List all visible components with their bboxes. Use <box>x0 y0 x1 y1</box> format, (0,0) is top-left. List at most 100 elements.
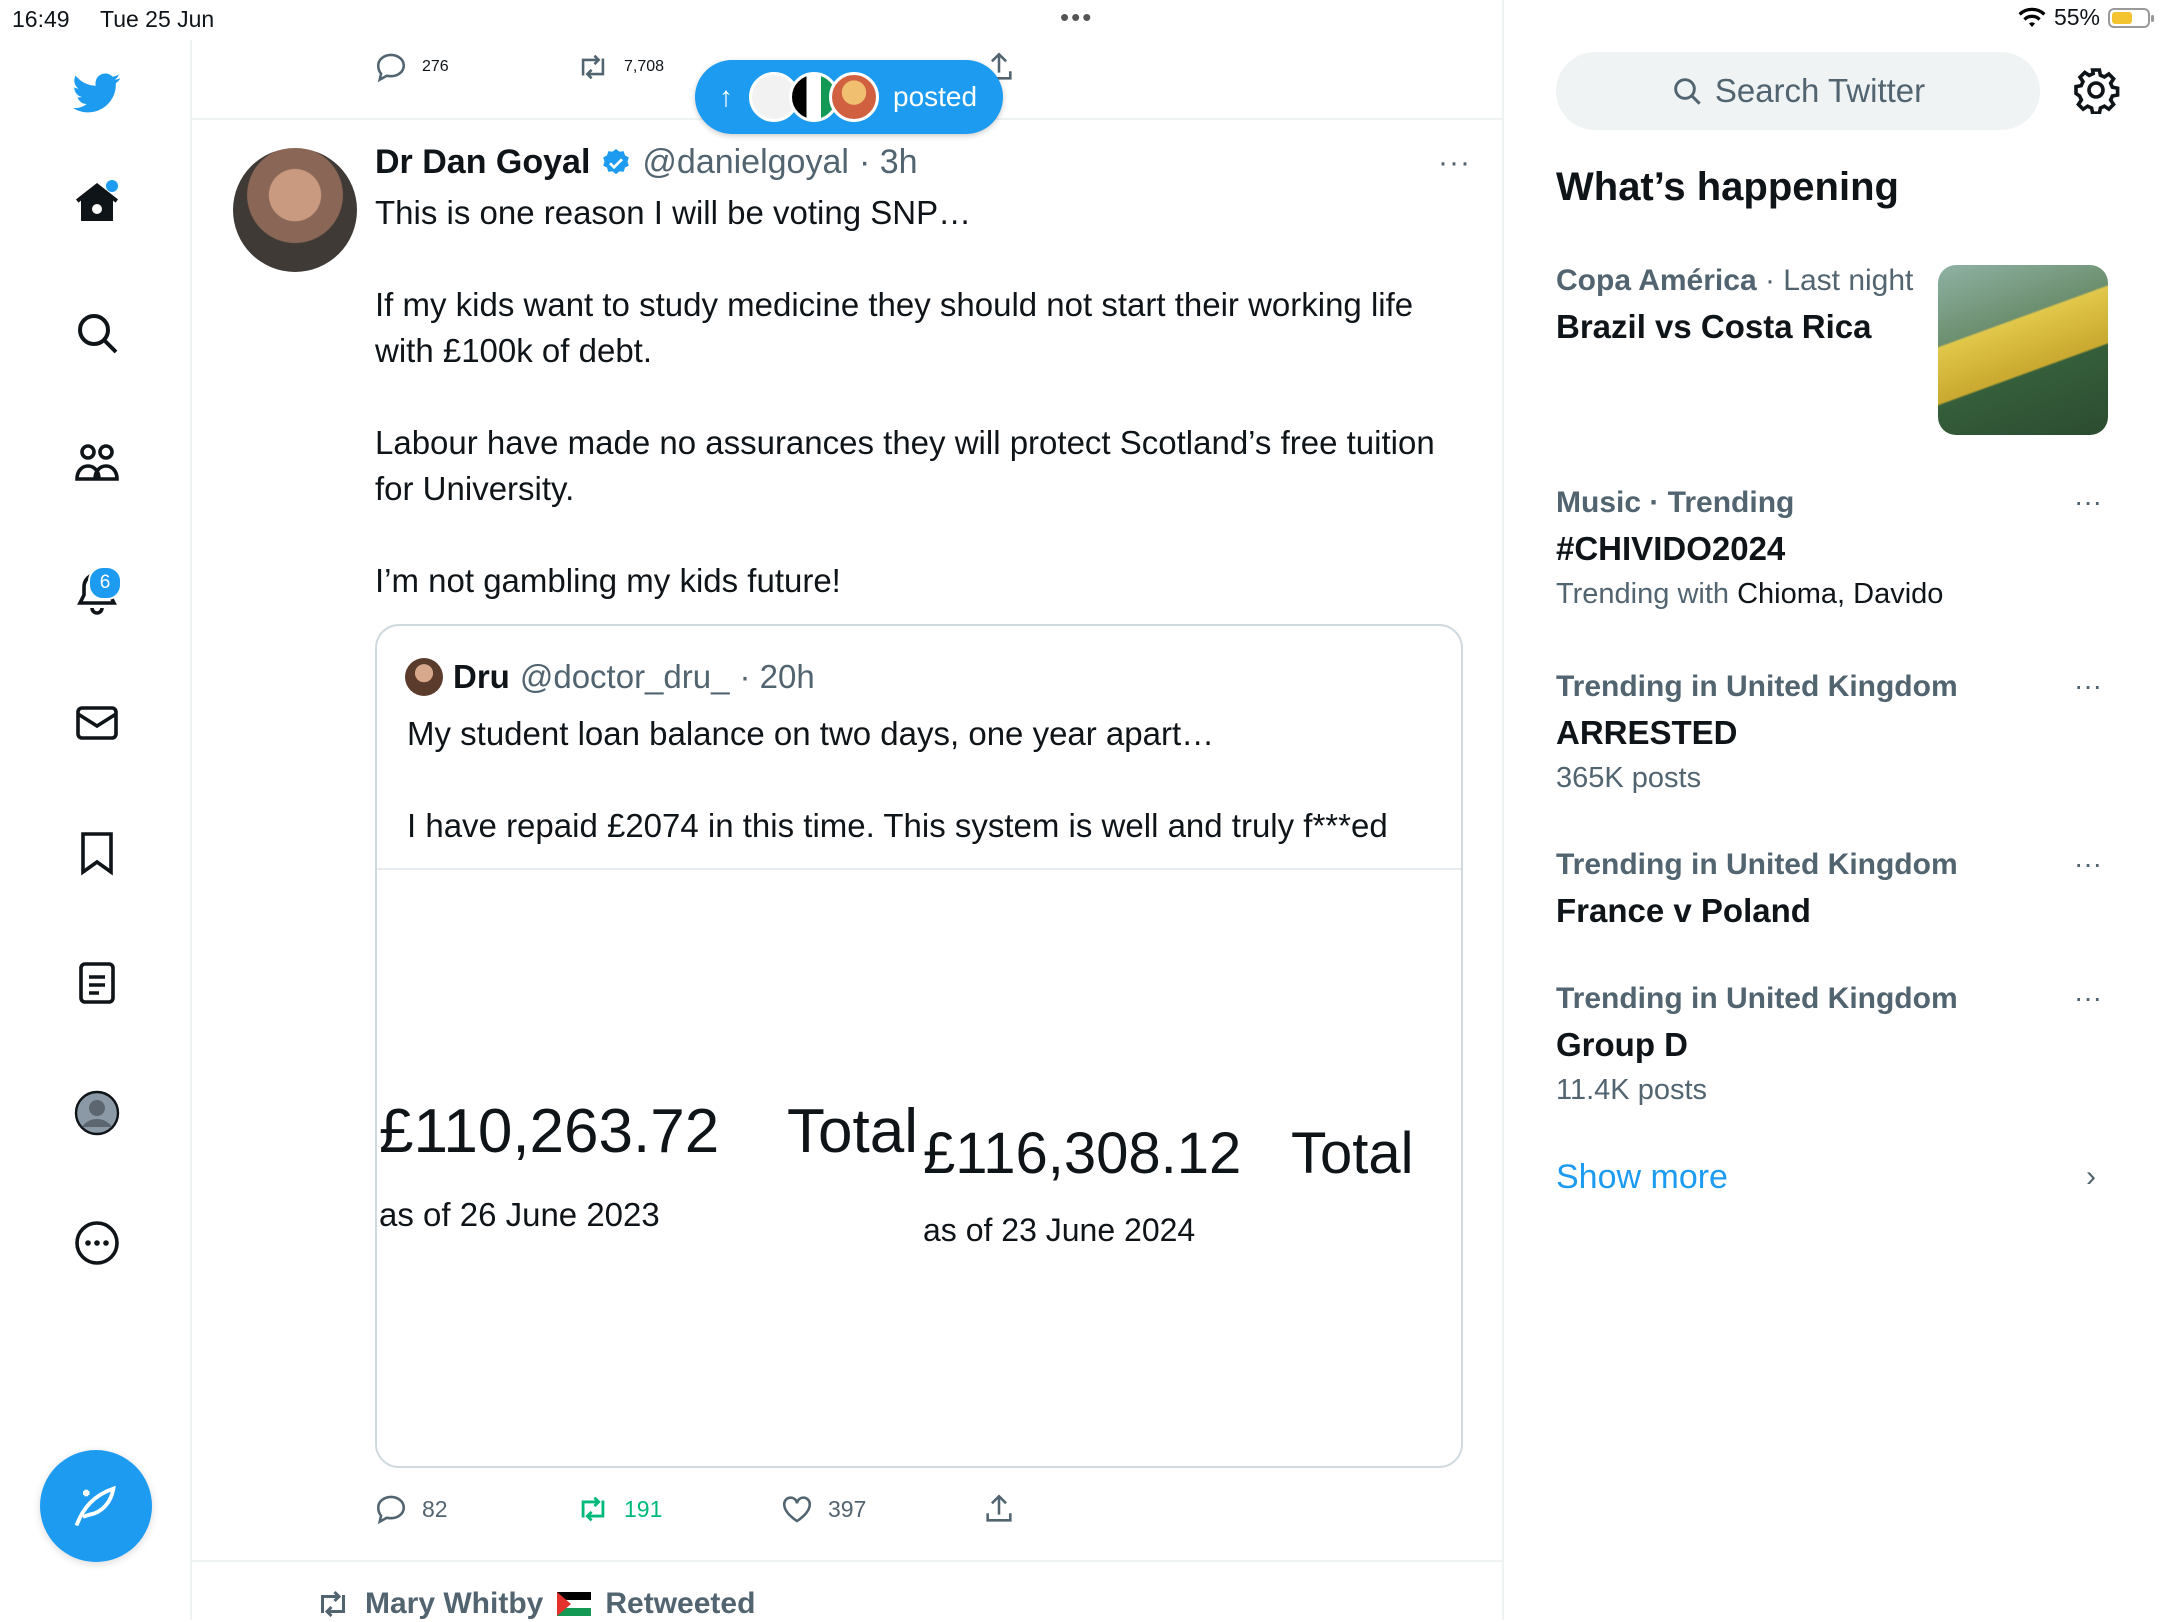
wifi-icon <box>2018 7 2046 27</box>
retweeter-name[interactable]: Mary Whitby <box>365 1587 543 1621</box>
reply-count: 82 <box>422 1495 448 1522</box>
timeline: 276 7,708 Dr Dan Goyal @danielgoyal · 3h… <box>192 0 1504 1620</box>
retweeted-label: Retweeted <box>605 1587 756 1620</box>
reply-icon <box>376 53 406 83</box>
balance-amount-2024: £116,308.12 <box>923 1121 1242 1186</box>
prev-retweet-count: 7,708 <box>624 58 665 75</box>
retweet-button[interactable]: 191 <box>576 1492 662 1526</box>
posted-avatars <box>749 72 879 122</box>
retweet-icon <box>321 1590 345 1618</box>
trend-category: Copa América <box>1556 264 1757 297</box>
tweet-age: · 3h <box>858 143 918 181</box>
more-circle-icon <box>75 1221 119 1265</box>
nav-communities[interactable] <box>62 428 132 498</box>
nav-home[interactable] <box>62 168 132 238</box>
prev-retweet-button[interactable]: 7,708 <box>576 50 664 84</box>
nav-profile[interactable] <box>62 1078 132 1148</box>
battery-icon <box>2108 7 2154 28</box>
tweet-author-handle[interactable]: @danielgoyal <box>642 143 849 182</box>
trend-category: Trending in United Kingdom <box>1556 670 1958 703</box>
trend-category: Music · Trending <box>1556 486 1795 519</box>
chevron-right-icon[interactable]: › <box>2086 1160 2096 1194</box>
balance-total-label-2024: Total <box>1291 1121 1414 1186</box>
tweet-text: This is one reason I will be voting SNP…… <box>375 194 1435 599</box>
prev-reply-count: 276 <box>422 58 449 75</box>
status-right: 55% <box>2018 4 2154 31</box>
trend-more-button[interactable]: ··· <box>2074 982 2102 1014</box>
tweet-author-avatar[interactable] <box>233 148 357 272</box>
retweeted-by-row: Mary Whitby Retweeted <box>315 1586 755 1622</box>
trend-more-button[interactable]: ··· <box>2074 848 2102 880</box>
posted-label: posted <box>893 81 978 112</box>
reply-icon <box>376 1495 406 1525</box>
show-more-link[interactable]: Show more <box>1556 1158 1728 1197</box>
mail-icon <box>76 706 118 740</box>
trend-post-count: 365K posts <box>1556 762 1702 794</box>
trend-post-count: 11.4K posts <box>1556 1074 1708 1106</box>
retweet-icon <box>581 54 605 80</box>
compose-button[interactable] <box>40 1450 152 1562</box>
trend-item-arrested[interactable]: Trending in United Kingdom ARRESTED 365K… <box>1556 670 1958 795</box>
battery-percent: 55% <box>2053 4 2100 30</box>
trend-category: Trending in United Kingdom <box>1556 848 1958 881</box>
balance-total-label-2023: Total <box>787 1097 918 1166</box>
new-posts-pill[interactable]: ↑ posted <box>695 60 1003 134</box>
balance-amount-2023: £110,263.72 <box>379 1097 720 1166</box>
quoted-author-avatar <box>405 658 443 696</box>
trend-title: ARRESTED <box>1556 714 1738 751</box>
nav-more[interactable] <box>62 1208 132 1278</box>
compose-icon <box>74 1485 116 1527</box>
home-new-dot <box>106 180 118 192</box>
prev-reply-button[interactable]: 276 <box>374 50 449 84</box>
trend-sub-prefix: Trending with <box>1556 578 1738 610</box>
bookmark-icon <box>81 832 113 876</box>
quoted-tweet-text: My student loan balance on two days, one… <box>407 715 1388 844</box>
quoted-author-handle: @doctor_dru_ <box>519 658 730 695</box>
trend-item-copa[interactable]: Copa América · Last night Brazil vs Cost… <box>1556 264 1913 346</box>
search-icon <box>1674 78 1701 105</box>
retweet-count: 191 <box>624 1495 663 1522</box>
gear-icon[interactable] <box>2072 66 2120 114</box>
tweet-more-button[interactable]: ··· <box>1438 146 1471 180</box>
trend-item-chivido[interactable]: Music · Trending #CHIVIDO2024 Trending w… <box>1556 486 1943 611</box>
trend-more-button[interactable]: ··· <box>2074 486 2102 518</box>
search-icon <box>78 314 118 354</box>
whats-happening-title: What’s happening <box>1556 165 1899 209</box>
palestine-flag-icon <box>557 1592 592 1616</box>
nav-explore[interactable] <box>62 298 132 368</box>
quoted-tweet-age: · 20h <box>739 658 815 695</box>
quoted-tweet-header: Dru @doctor_dru_ · 20h <box>405 658 815 696</box>
trend-title: France v Poland <box>1556 892 1811 929</box>
trend-more-button[interactable]: ··· <box>2074 670 2102 702</box>
like-button[interactable]: 397 <box>780 1492 866 1526</box>
balance-date-2023: as of 26 June 2023 <box>379 1196 660 1233</box>
share-button[interactable] <box>982 1492 1016 1526</box>
quoted-tweet-image[interactable]: £110,263.72 Total as of 26 June 2023 £11… <box>377 868 1461 1466</box>
nav-notifications[interactable]: 6 <box>62 558 132 628</box>
trend-category: Trending in United Kingdom <box>1556 982 1958 1015</box>
left-nav: 6 <box>0 40 192 1620</box>
trend-item-group-d[interactable]: Trending in United Kingdom Group D 11.4K… <box>1556 982 1958 1107</box>
retweet-icon <box>581 1496 605 1522</box>
nav-lists[interactable] <box>62 948 132 1018</box>
arrow-up-icon: ↑ <box>719 81 733 112</box>
nav-messages[interactable] <box>62 688 132 758</box>
verified-icon <box>603 148 630 174</box>
search-input[interactable]: Search Twitter <box>1556 52 2040 130</box>
profile-icon <box>74 1090 120 1136</box>
trend-image[interactable] <box>1938 265 2108 435</box>
like-icon <box>782 1496 812 1523</box>
twitter-logo-icon[interactable] <box>62 58 132 128</box>
nav-bookmarks[interactable] <box>62 818 132 888</box>
posted-avatar-3 <box>829 72 879 122</box>
share-icon <box>986 1494 1012 1522</box>
balance-date-2024: as of 23 June 2024 <box>923 1212 1196 1248</box>
quoted-author-name: Dru <box>453 658 510 695</box>
trend-title: Brazil vs Costa Rica <box>1556 308 1872 345</box>
reply-button[interactable]: 82 <box>374 1492 448 1526</box>
status-time: 16:49 <box>12 6 70 32</box>
quoted-tweet[interactable]: Dru @doctor_dru_ · 20h My student loan b… <box>375 624 1463 1468</box>
trend-item-france-poland[interactable]: Trending in United Kingdom France v Pola… <box>1556 848 1958 930</box>
like-count: 397 <box>828 1495 867 1522</box>
tweet-author-name[interactable]: Dr Dan Goyal <box>375 143 590 182</box>
